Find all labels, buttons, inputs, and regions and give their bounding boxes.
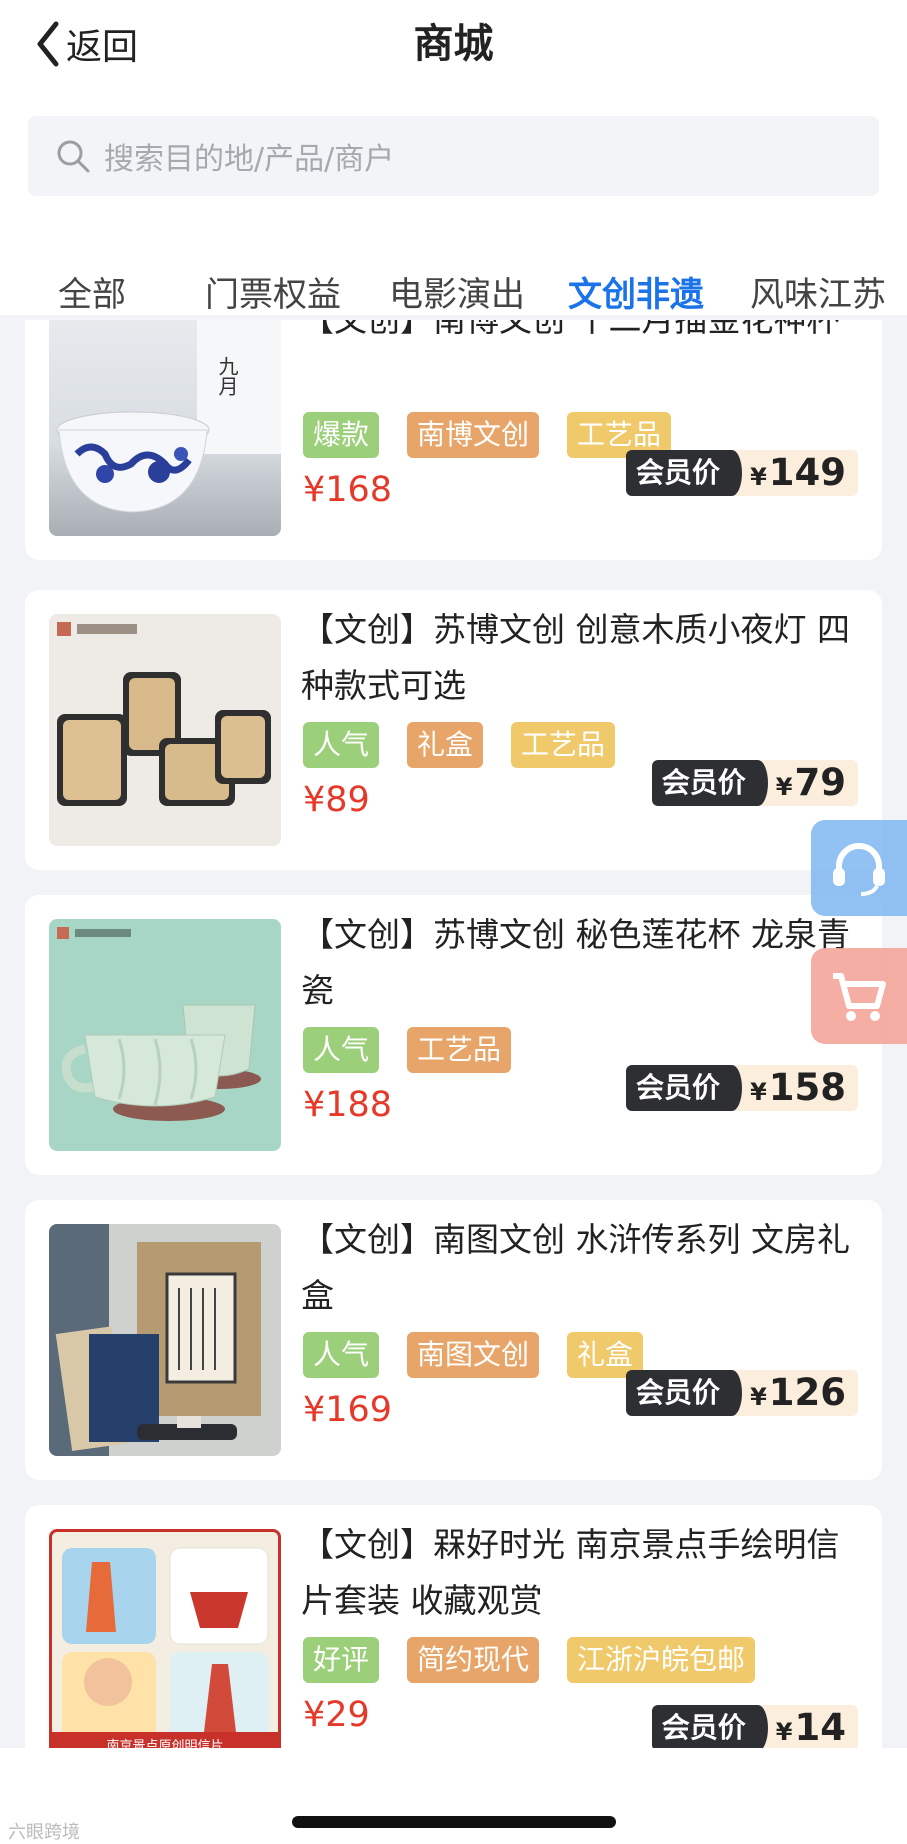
original-price: ¥168 xyxy=(303,470,393,510)
tag: 南图文创 xyxy=(407,1332,540,1378)
member-price-value: ¥126 xyxy=(732,1370,858,1416)
tag: 人气 xyxy=(303,1332,380,1378)
member-price-value: ¥158 xyxy=(732,1065,858,1111)
currency-symbol: ¥ xyxy=(775,773,793,801)
product-image xyxy=(49,1224,281,1456)
product-image xyxy=(49,614,281,846)
member-price-number: 79 xyxy=(794,761,847,804)
search-input[interactable]: 搜索目的地/产品/商户 xyxy=(28,116,879,196)
product-image: 九月 xyxy=(49,320,281,536)
member-price-value: ¥14 xyxy=(757,1705,858,1748)
original-price: ¥188 xyxy=(303,1085,393,1125)
tag: 简约现代 xyxy=(407,1637,540,1683)
currency-symbol: ¥ xyxy=(750,1383,767,1411)
member-price-number: 158 xyxy=(768,1066,846,1109)
member-price-number: 149 xyxy=(768,451,846,494)
customer-service-button[interactable] xyxy=(811,820,907,916)
tab-tickets[interactable]: 门票权益 xyxy=(205,267,341,316)
member-price-badge: 会员价 ¥149 xyxy=(626,450,858,496)
member-price-number: 14 xyxy=(794,1706,847,1748)
member-price-label: 会员价 xyxy=(626,1065,743,1111)
search-placeholder: 搜索目的地/产品/商户 xyxy=(104,142,395,177)
tag: 礼盒 xyxy=(407,722,484,768)
product-card[interactable]: 九月 【文创】南博文创 十二月描金花神杯 爆款 南博文创 工艺品 ¥168 会员… xyxy=(25,320,882,560)
product-tags: 人气 工艺品 xyxy=(303,1027,512,1073)
member-price-number: 126 xyxy=(768,1371,846,1414)
image-caption: 南京景点原创明信片 xyxy=(106,1738,223,1748)
product-name: 【文创】南博文创 十二月描金花神杯 xyxy=(301,320,861,348)
product-card[interactable]: 【文创】苏博文创 创意木质小夜灯 四种款式可选 人气 礼盒 工艺品 ¥89 会员… xyxy=(25,590,882,870)
tag: 工艺品 xyxy=(407,1027,512,1073)
header-bar: 返回 商城 xyxy=(0,0,907,90)
image-caption: 九月 xyxy=(215,356,239,396)
cart-icon xyxy=(833,973,886,1021)
member-price-label: 会员价 xyxy=(651,1705,768,1748)
watermark: 六眼跨境 xyxy=(8,1822,80,1843)
currency-symbol: ¥ xyxy=(750,463,767,491)
original-price: ¥89 xyxy=(303,780,370,820)
product-name: 【文创】苏博文创 创意木质小夜灯 四种款式可选 xyxy=(301,610,850,705)
tag: 人气 xyxy=(303,1027,380,1073)
member-price-label: 会员价 xyxy=(626,1370,743,1416)
member-price-label: 会员价 xyxy=(651,760,768,806)
tab-jiangsu-flavor[interactable]: 风味江苏 xyxy=(750,267,886,316)
search-tabs-area: 搜索目的地/产品/商户 全部 门票权益 电影演出 文创非遗 风味江苏 xyxy=(0,90,907,333)
product-name: 【文创】苏博文创 秘色莲花杯 龙泉青瓷 xyxy=(301,915,850,1010)
bottom-bar: 六眼跨境 xyxy=(0,1748,907,1844)
page-title: 商城 xyxy=(413,21,494,67)
product-name: 【文创】槑好时光 南京景点手绘明信片套装 收藏观赏 xyxy=(301,1525,840,1620)
tag: 工艺品 xyxy=(511,722,616,768)
product-tags: 好评 简约现代 江浙沪皖包邮 xyxy=(303,1637,756,1683)
product-card[interactable]: 【文创】苏博文创 秘色莲花杯 龙泉青瓷 人气 工艺品 ¥188 会员价 ¥158 xyxy=(25,895,882,1175)
member-price-badge: 会员价 ¥79 xyxy=(651,760,858,806)
tab-all[interactable]: 全部 xyxy=(58,267,126,316)
product-list: 九月 【文创】南博文创 十二月描金花神杯 爆款 南博文创 工艺品 ¥168 会员… xyxy=(0,320,907,1748)
headset-icon xyxy=(833,843,885,896)
product-image: 南京景点原创明信片 xyxy=(49,1529,281,1748)
tag: 南博文创 xyxy=(407,412,540,458)
original-price: ¥29 xyxy=(303,1695,370,1735)
product-tags: 人气 礼盒 工艺品 xyxy=(303,722,616,768)
tag: 爆款 xyxy=(303,412,380,458)
tab-culture-label: 文创非遗 xyxy=(568,275,704,315)
member-price-badge: 会员价 ¥14 xyxy=(651,1705,858,1748)
tab-movies[interactable]: 电影演出 xyxy=(389,267,525,316)
member-price-badge: 会员价 ¥158 xyxy=(626,1065,858,1111)
member-price-label: 会员价 xyxy=(626,450,743,496)
currency-symbol: ¥ xyxy=(750,1078,767,1106)
tab-culture[interactable]: 文创非遗 xyxy=(568,267,704,333)
cart-button[interactable] xyxy=(811,948,907,1044)
product-image xyxy=(49,919,281,1151)
tag: 好评 xyxy=(303,1637,380,1683)
member-price-value: ¥79 xyxy=(757,760,858,806)
member-price-badge: 会员价 ¥126 xyxy=(626,1370,858,1416)
currency-symbol: ¥ xyxy=(775,1718,793,1746)
product-tags: 爆款 南博文创 工艺品 xyxy=(303,412,672,458)
tag: 江浙沪皖包邮 xyxy=(567,1637,756,1683)
search-icon xyxy=(57,140,90,173)
product-card[interactable]: 【文创】南图文创 水浒传系列 文房礼盒 人气 南图文创 礼盒 ¥169 会员价 … xyxy=(25,1200,882,1480)
tag: 人气 xyxy=(303,722,380,768)
product-name: 【文创】南图文创 水浒传系列 文房礼盒 xyxy=(301,1220,850,1315)
home-indicator[interactable] xyxy=(292,1816,616,1828)
original-price: ¥169 xyxy=(303,1390,393,1430)
member-price-value: ¥149 xyxy=(732,450,858,496)
product-card[interactable]: 南京景点原创明信片 【文创】槑好时光 南京景点手绘明信片套装 收藏观赏 好评 简… xyxy=(25,1505,882,1748)
product-tags: 人气 南图文创 礼盒 xyxy=(303,1332,644,1378)
